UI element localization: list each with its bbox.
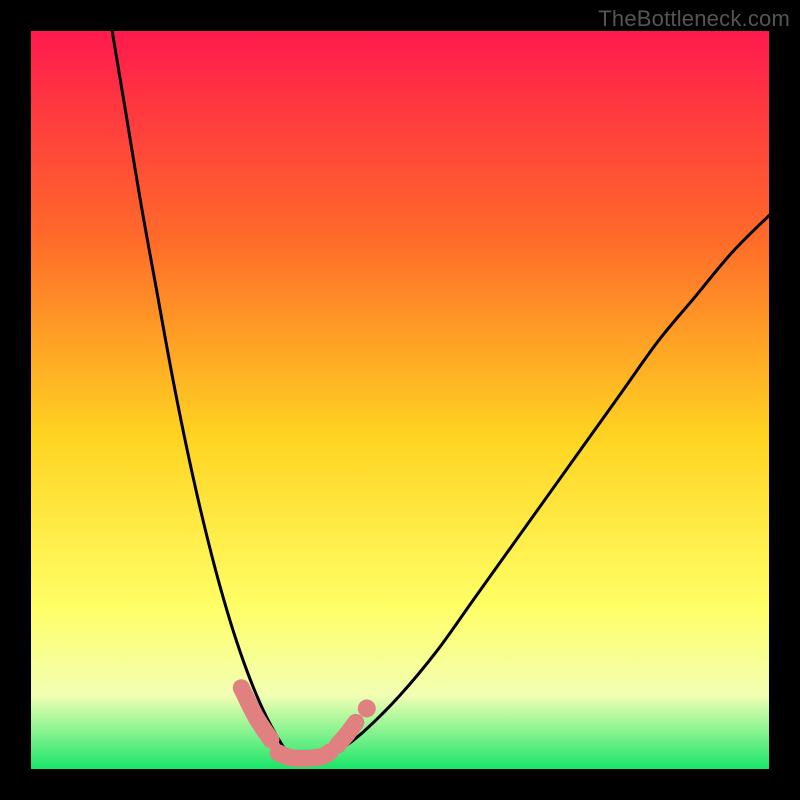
marker-dot [358,699,376,717]
watermark-text: TheBottleneck.com [598,6,790,32]
plot-area [31,31,769,769]
gradient-background [31,31,769,769]
marker-dot [233,679,250,696]
marker-dot [270,744,287,761]
marker-dot [248,709,265,726]
chart-svg [31,31,769,769]
marker-dot [284,749,301,766]
chart-frame: TheBottleneck.com [0,0,800,800]
marker-dot [347,714,364,731]
